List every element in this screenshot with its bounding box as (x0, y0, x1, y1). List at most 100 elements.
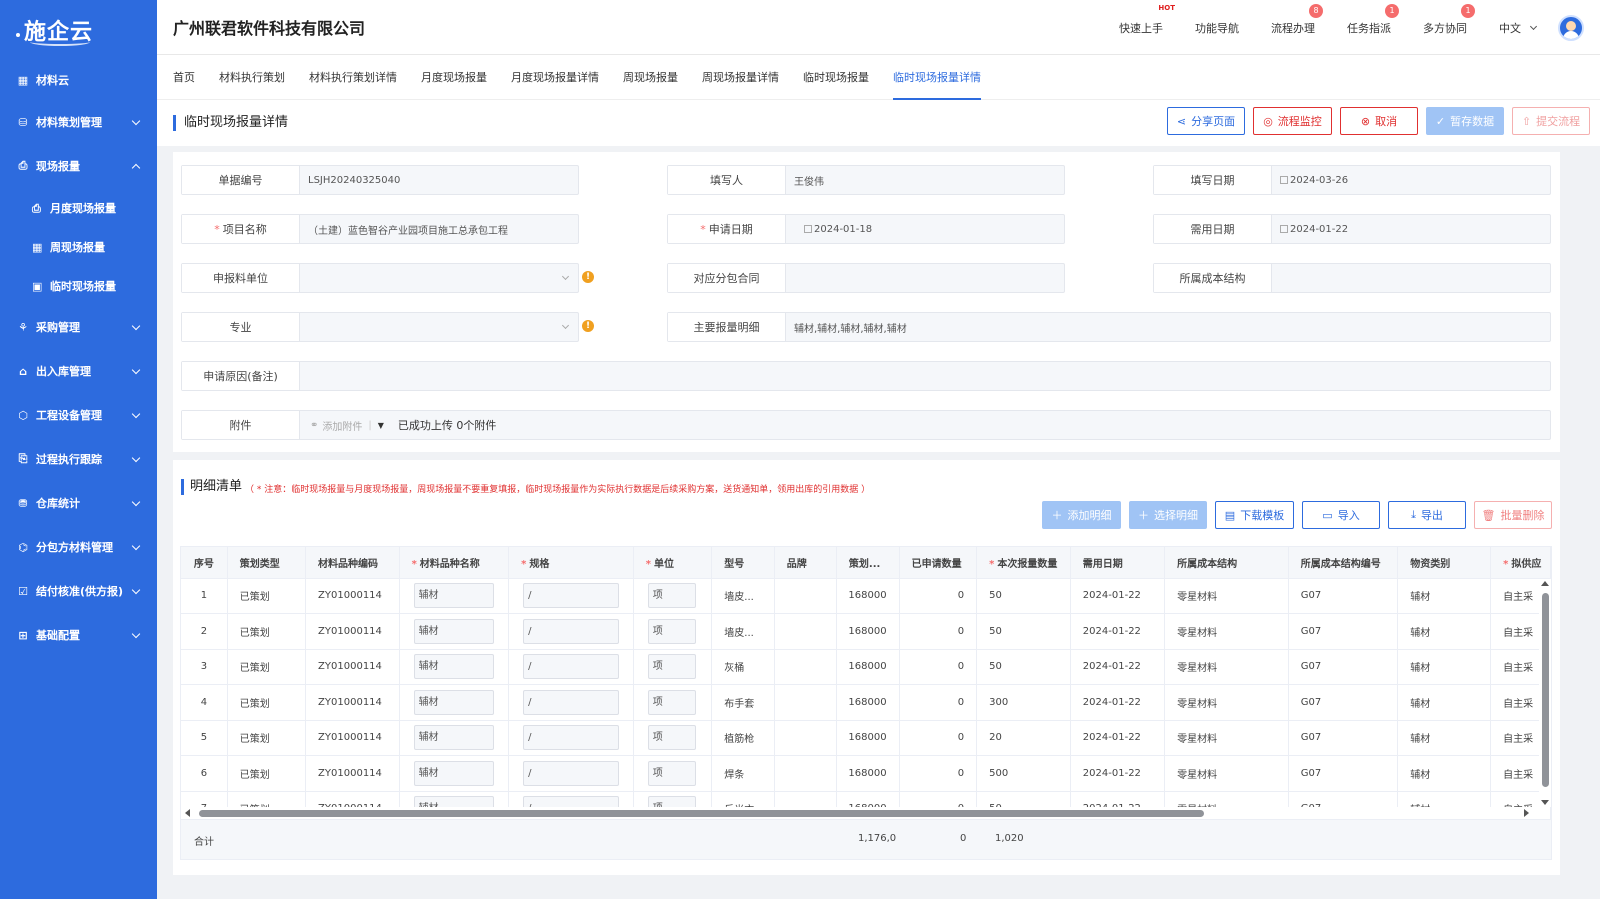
sidebar-item[interactable]: ⌂ 出入库管理 (0, 349, 157, 393)
attach-dropdown-icon[interactable]: ▼ (378, 421, 384, 430)
sidebar-subitem[interactable]: ⎙ 月度现场报量 (0, 188, 157, 227)
submit-process-button[interactable]: ⇧ 提交流程 (1512, 107, 1590, 135)
spec-input[interactable]: / (523, 618, 620, 644)
unit-input[interactable]: 项 (647, 654, 696, 680)
avatar[interactable] (1558, 14, 1584, 41)
table-cell: 辅材 (399, 578, 510, 614)
unit-input[interactable]: 项 (647, 760, 696, 786)
material-name-input[interactable]: 辅材 (413, 689, 494, 715)
sidebar-subitem[interactable]: ▦ 周现场报量 (0, 227, 157, 266)
sidebar-item-label: 材料策划管理 (36, 116, 102, 129)
table-cell: 4 (181, 684, 228, 721)
language-select[interactable]: 中文 (1499, 20, 1538, 36)
spec-input[interactable]: / (523, 760, 620, 786)
writer-field[interactable]: 王俊伟 (786, 166, 1064, 194)
spec-input[interactable]: / (523, 689, 620, 715)
table-row[interactable]: 2 已策划 ZY01000114 辅材 / 项墙皮... 168000 0 50 2024-01-… (181, 613, 1551, 650)
share-button[interactable]: ⋖ 分享页面 (1167, 107, 1245, 135)
table-row[interactable]: 4 已策划 ZY01000114 辅材 / 项布手套 168000 0 300 2024-01-2… (181, 684, 1551, 721)
hot-badge: HOT (1158, 3, 1175, 12)
sidebar-item[interactable]: ⛁ 材料策划管理 (0, 100, 157, 144)
folder-icon: ▭ (1322, 508, 1333, 522)
major-select[interactable] (300, 313, 578, 341)
project-field[interactable]: （土建）蓝色智谷产业园项目施工总承包工程 (300, 215, 578, 243)
project-row: * 项目名称 （土建）蓝色智谷产业园项目施工总承包工程 (181, 214, 579, 244)
table-cell: 0 (899, 578, 978, 614)
tab[interactable]: 材料执行策划详情 (309, 55, 397, 100)
sidebar-item[interactable]: ⎙ 现场报量 (0, 144, 157, 188)
material-name-input[interactable]: 辅材 (413, 618, 494, 644)
unit-select[interactable] (300, 264, 578, 292)
sidebar-item[interactable]: ⌬ 分包方材料管理 (0, 525, 157, 569)
unit-input[interactable]: 项 (647, 618, 696, 644)
tab[interactable]: 月度现场报量 (421, 55, 487, 100)
tab[interactable]: 材料执行策划 (219, 55, 285, 100)
horizontal-scrollbar[interactable] (181, 807, 1533, 819)
contract-field[interactable] (786, 264, 1064, 292)
export-button[interactable]: ⤓ 导出 (1388, 501, 1466, 529)
import-button[interactable]: ▭ 导入 (1302, 501, 1380, 529)
sidebar-subitem[interactable]: ▣ 临时现场报量 (0, 266, 157, 305)
task-link[interactable]: 任务指派 1 (1347, 3, 1399, 36)
doc-no-field[interactable]: LSJH20240325040 (300, 166, 578, 194)
table-cell: 2024-01-22 (1070, 684, 1166, 721)
tab[interactable]: 临时现场报量详情 (893, 55, 981, 100)
function-nav-link[interactable]: 功能导航 (1195, 20, 1239, 36)
spec-input[interactable]: / (523, 725, 620, 751)
unit-input[interactable]: 项 (647, 725, 696, 751)
sidebar-item[interactable]: ⎘ 过程执行跟踪 (0, 437, 157, 481)
tab[interactable]: 首页 (173, 55, 195, 100)
save-draft-button[interactable]: ✓ 暂存数据 (1426, 107, 1504, 135)
table-cell: 168000 (836, 684, 900, 721)
main-detail-field[interactable]: 辅材,辅材,辅材,辅材,辅材 (786, 313, 1550, 341)
tab[interactable]: 月度现场报量详情 (511, 55, 599, 100)
need-date-field[interactable]: 2024-01-22 (1272, 215, 1550, 243)
sidebar-item[interactable]: ▦ 材料云 (0, 60, 157, 100)
unit-input[interactable]: 项 (647, 689, 696, 715)
fill-date-field[interactable]: 2024-03-26 (1272, 166, 1550, 194)
collab-link[interactable]: 多方协同 1 (1423, 3, 1475, 36)
table-row[interactable]: 3 已策划 ZY01000114 辅材 / 项灰桶 168000 0 50 2024-01-22 零… (181, 649, 1551, 685)
add-attachment-button[interactable]: 添加附件 (322, 418, 362, 433)
quick-start-link[interactable]: 快速上手 HOT (1119, 4, 1175, 36)
spec-input[interactable]: / (523, 583, 620, 609)
add-detail-button[interactable]: ＋ 添加明细 (1042, 501, 1121, 529)
sidebar-item[interactable]: ⬡ 工程设备管理 (0, 393, 157, 437)
select-detail-button[interactable]: ＋ 选择明细 (1129, 501, 1207, 529)
table-row[interactable]: 6 已策划 ZY01000114 辅材 / 项焊条 168000 0 500 2024-01-22… (181, 755, 1551, 792)
download-template-button[interactable]: ▤ 下载模板 (1215, 501, 1294, 529)
material-name-input[interactable]: 辅材 (413, 725, 494, 751)
table-cell: 2 (181, 613, 228, 650)
unit-input[interactable]: 项 (647, 583, 696, 609)
cancel-button[interactable]: ⊗ 取消 (1340, 107, 1418, 135)
material-name-input[interactable]: 辅材 (413, 654, 494, 680)
sidebar-item[interactable]: ⚘ 采购管理 (0, 305, 157, 349)
reason-textarea[interactable] (300, 362, 1550, 390)
table-row[interactable]: 5 已策划 ZY01000114 辅材 / 项植筋枪 168000 0 20 2024-01-22… (181, 720, 1551, 756)
column-header-label: 单位 (653, 558, 674, 570)
table-row[interactable]: 1 已策划 ZY01000114 辅材 / 项墙皮... 168000 0 50 2024-01-… (181, 578, 1551, 614)
apply-date-field[interactable]: 2024-01-18 (786, 215, 1064, 243)
tab[interactable]: 周现场报量 (623, 55, 678, 100)
vertical-scrollbar[interactable] (1539, 579, 1551, 807)
scroll-thumb[interactable] (1542, 593, 1549, 787)
table-cell: ZY01000114 (305, 578, 400, 614)
material-name-input[interactable]: 辅材 (413, 583, 494, 609)
tab[interactable]: 临时现场报量 (803, 55, 869, 100)
sidebar-item-label: 过程执行跟踪 (36, 453, 102, 466)
cost-field[interactable] (1272, 264, 1550, 292)
sidebar-item[interactable]: ⛃ 仓库统计 (0, 481, 157, 525)
process-link[interactable]: 流程办理 8 (1271, 3, 1323, 36)
scroll-thumb[interactable] (199, 810, 1204, 817)
sidebar-item[interactable]: ⊞ 基础配置 (0, 613, 157, 657)
check-circle-icon: ✓ (1435, 114, 1446, 128)
sidebar-item[interactable]: ☑ 结付核准(供方报) (0, 569, 157, 613)
batch-delete-button[interactable]: 🗑 批量删除 (1474, 501, 1552, 529)
attach-status: 已成功上传 0个附件 (397, 419, 497, 432)
function-nav-label: 功能导航 (1195, 21, 1239, 35)
material-name-input[interactable]: 辅材 (413, 760, 494, 786)
spec-input[interactable]: / (523, 654, 620, 680)
tab[interactable]: 周现场报量详情 (702, 55, 779, 100)
monitor-button[interactable]: ◎ 流程监控 (1253, 107, 1332, 135)
top-header: 广州联君软件科技有限公司 快速上手 HOT 功能导航 流程办理 8 任务指派 1 多方… (157, 0, 1600, 55)
